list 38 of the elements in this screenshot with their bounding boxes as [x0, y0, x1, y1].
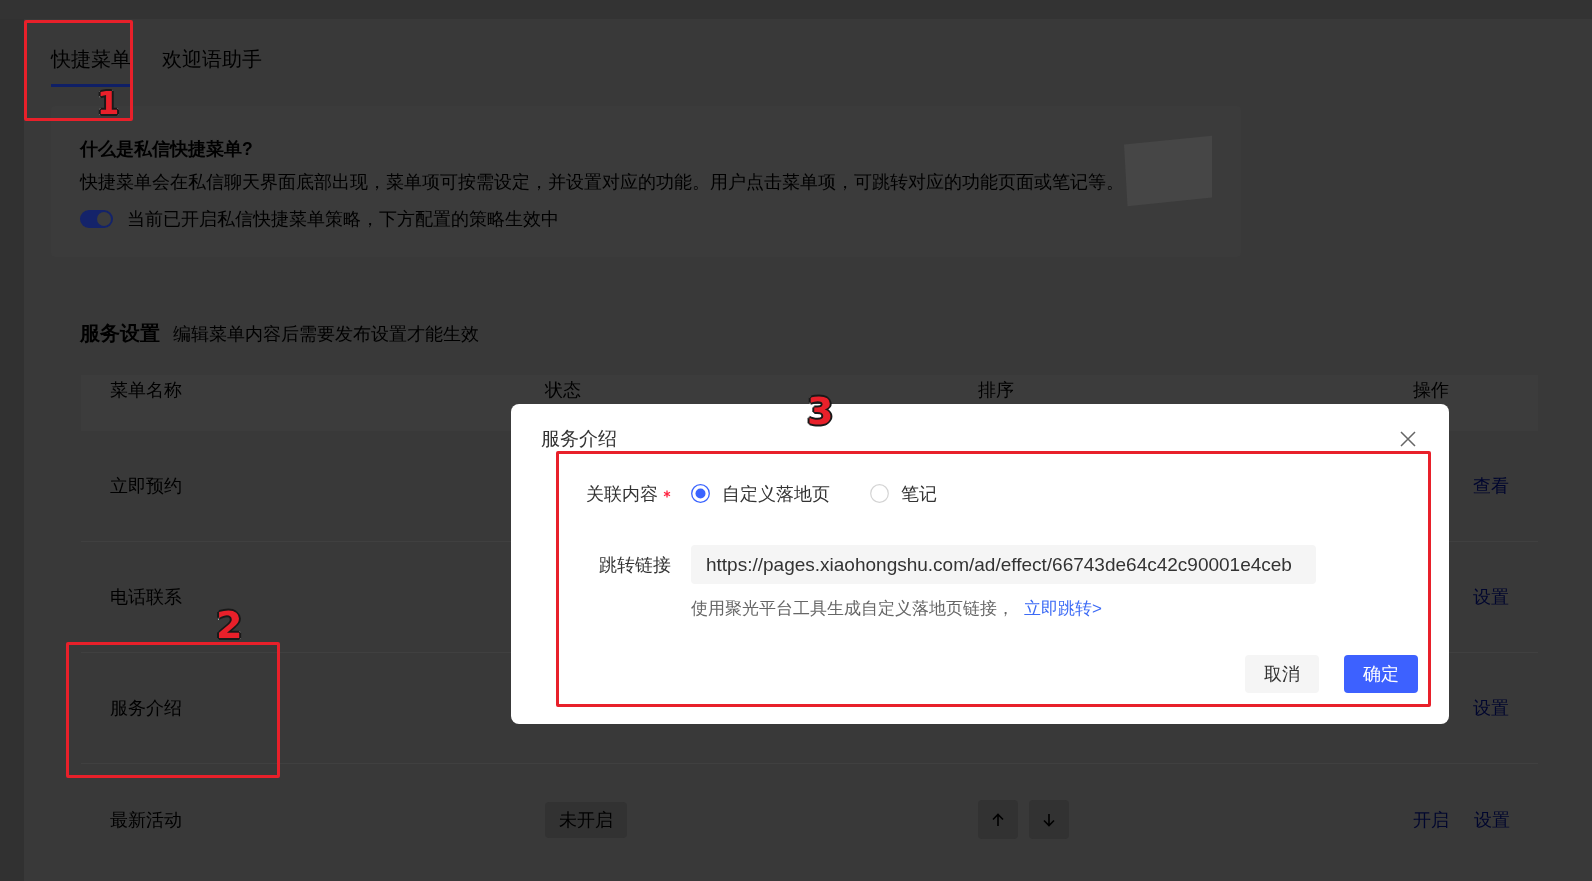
intro-title: 什么是私信快捷菜单?: [80, 138, 254, 161]
action-link[interactable]: 查看: [1473, 474, 1509, 498]
column-header: 排序: [978, 380, 1014, 400]
url-input[interactable]: https://pages.xiaohongshu.com/ad/effect/66743de64c42c90001e4ceb: [691, 545, 1316, 584]
section-hint: 编辑菜单内容后需要发布设置才能生效: [173, 323, 479, 346]
toggle-switch[interactable]: [80, 210, 113, 228]
column-header: 状态: [545, 380, 581, 400]
arrow-down-icon: [1043, 812, 1055, 827]
annotation-number: 2: [216, 606, 243, 644]
move-down-button[interactable]: [1029, 800, 1069, 839]
dialog-title: 服务介绍: [541, 427, 617, 451]
annotation-number: 1: [97, 89, 120, 117]
arrow-up-icon: [992, 812, 1004, 827]
section-title: 服务设置: [80, 321, 160, 346]
intro-description: 快捷菜单会在私信聊天界面底部出现，菜单项可按需设定，并设置对应的功能。用户点击菜单项，可跳转对应的功能页面或笔记等。: [80, 171, 1124, 194]
table-cell: 最新活动: [110, 809, 182, 830]
tab[interactable]: 快捷菜单: [51, 46, 131, 87]
table-cell: 服务介绍: [110, 698, 182, 718]
action-link[interactable]: 设置: [1473, 585, 1509, 609]
jump-link[interactable]: 立即跳转>: [1024, 597, 1102, 621]
table-cell: 电话联系: [110, 587, 182, 607]
column-header: 操作: [1413, 380, 1449, 400]
move-up-button[interactable]: [978, 800, 1018, 839]
radio-option[interactable]: 笔记: [870, 481, 937, 506]
radio-option[interactable]: 自定义落地页: [691, 481, 830, 506]
confirm-button[interactable]: 确定: [1344, 655, 1418, 693]
action-link[interactable]: 设置: [1473, 696, 1509, 720]
close-icon[interactable]: [1400, 431, 1416, 447]
column-header: 菜单名称: [110, 380, 182, 400]
table-cell: 立即预约: [110, 476, 182, 496]
field-label: 关联内容: [586, 482, 658, 506]
field-label: 跳转链接: [599, 553, 671, 577]
action-link[interactable]: 设置: [1474, 807, 1510, 832]
tab[interactable]: 欢迎语助手: [162, 46, 262, 87]
field-hint: 使用聚光平台工具生成自定义落地页链接，: [691, 598, 1014, 620]
toggle-label: 当前已开启私信快捷菜单策略，下方配置的策略生效中: [127, 208, 559, 231]
action-link[interactable]: 开启: [1413, 807, 1449, 832]
cancel-button[interactable]: 取消: [1245, 655, 1319, 693]
